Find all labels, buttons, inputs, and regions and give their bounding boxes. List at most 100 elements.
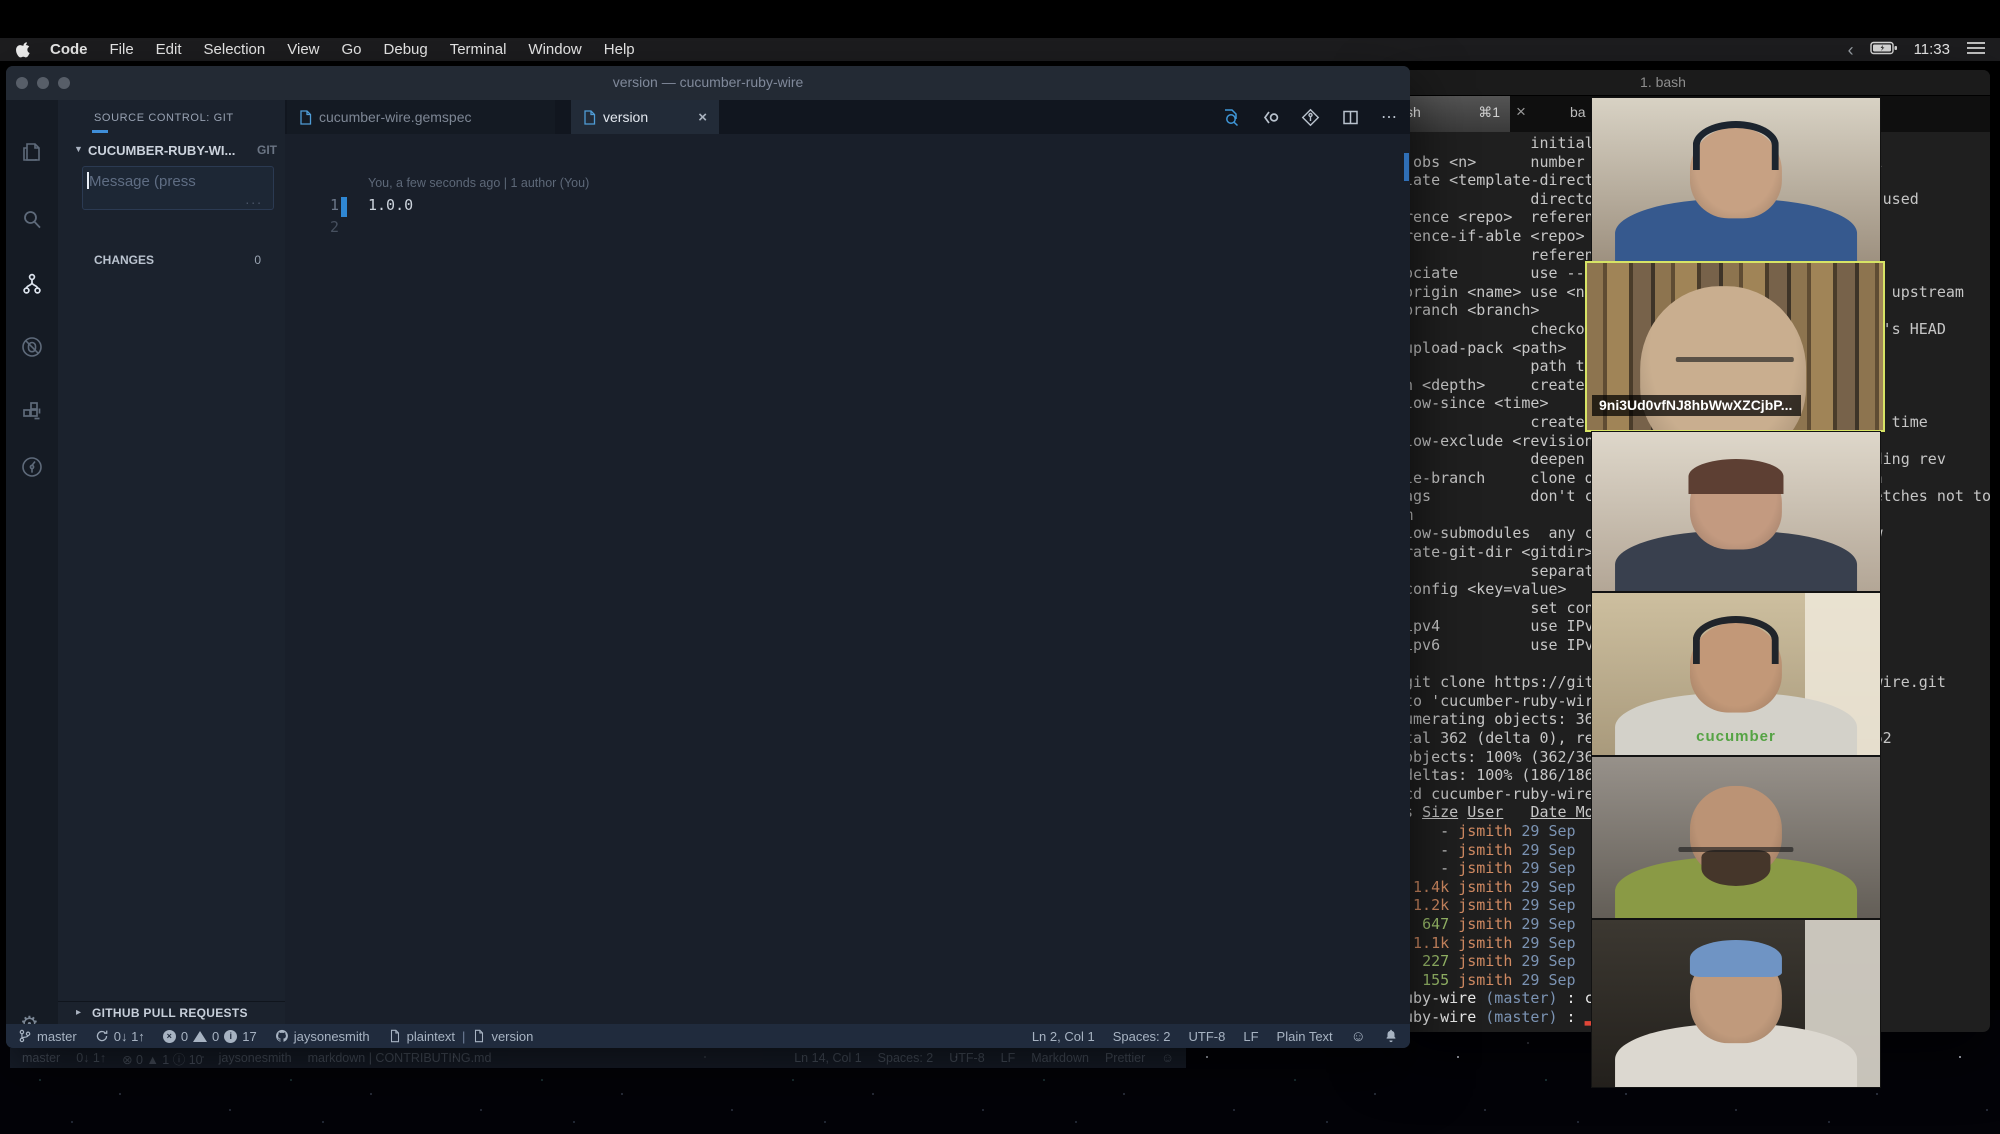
github-pull-requests-icon[interactable] (20, 455, 44, 479)
tab-label: cucumber-wire.gemspec (319, 109, 472, 125)
branch-icon (19, 1029, 31, 1043)
video-tile-2[interactable]: 9ni3Ud0vfNJ8hbWwXZCjbP... (1587, 263, 1883, 430)
video-tile-6[interactable] (1592, 920, 1880, 1087)
changes-section-header[interactable]: CHANGES 0 (58, 250, 285, 272)
extensions-icon[interactable] (20, 399, 44, 423)
pr-section-label: GITHUB PULL REQUESTS (92, 1006, 248, 1020)
more-actions-icon[interactable]: ⋯ (1381, 107, 1398, 127)
codelens-annotation[interactable]: You, a few seconds ago | 1 author (You) (368, 176, 589, 190)
github-username: jaysonesmith (293, 1028, 370, 1044)
menu-item-view[interactable]: View (276, 41, 330, 58)
tab-version[interactable]: version × (571, 100, 719, 134)
menu-item-edit[interactable]: Edit (145, 41, 193, 58)
file-icon (299, 109, 312, 125)
close-tab-icon[interactable]: × (698, 109, 707, 126)
editor-cursor (341, 197, 347, 217)
ghost-status-item: UTF-8 (949, 1051, 985, 1065)
menu-item-window[interactable]: Window (517, 41, 592, 58)
error-icon: × (162, 1029, 176, 1043)
search-icon[interactable] (20, 208, 44, 232)
menu-item-terminal[interactable]: Terminal (439, 41, 518, 58)
indentation-setting[interactable]: Spaces: 2 (1113, 1029, 1171, 1044)
previous-change-icon[interactable] (1261, 108, 1280, 127)
chevron-down-icon: ▼ (74, 144, 83, 154)
activity-bar: ⚙ (6, 100, 58, 1036)
terminal-title-bar[interactable]: 1. bash (1392, 70, 1990, 96)
file-icon (390, 1029, 399, 1043)
video-tile-3[interactable] (1592, 432, 1880, 591)
language-mode[interactable]: Plain Text (1277, 1029, 1333, 1044)
notifications-bell-icon[interactable] (1384, 1029, 1398, 1043)
terminal-tab-close-icon[interactable]: × (1516, 102, 1526, 122)
feedback-smiley-icon[interactable]: ☺ (1351, 1028, 1366, 1045)
menu-items: Code File Edit Selection View Go Debug Terminal… (39, 41, 646, 58)
menu-item-file[interactable]: File (99, 41, 145, 58)
commit-message-box[interactable]: ... (82, 166, 274, 210)
menubar-clock[interactable]: 11:33 (1914, 41, 1950, 58)
branch-indicator[interactable]: master (18, 1029, 77, 1044)
hair-accent (1688, 459, 1784, 494)
repo-provider-badge: GIT (257, 143, 277, 157)
ghost-status-item: 0↓ 1↑ (76, 1051, 107, 1065)
repo-tree-item[interactable]: ▼ CUCUMBER-RUBY-WI... GIT (58, 140, 285, 162)
problems-indicator[interactable]: × 0 0 i 17 (162, 1029, 257, 1044)
split-editor-icon[interactable] (1341, 108, 1360, 127)
file-language-indicator[interactable]: plaintext | version (388, 1028, 533, 1044)
encoding-setting[interactable]: UTF-8 (1189, 1029, 1226, 1044)
debug-disabled-icon[interactable] (20, 335, 44, 359)
background-window-status-bar: master 0↓ 1↑ ⊗ 0 ▲ 1 ⓘ 10 jaysonesmith markd… (10, 1048, 1186, 1068)
video-tile-5[interactable] (1592, 757, 1880, 918)
editor-line[interactable]: 1 1.0.0 (285, 196, 1410, 218)
glasses-accent (1675, 356, 1795, 362)
eol-setting[interactable]: LF (1243, 1029, 1258, 1044)
ghost-status-item: markdown | CONTRIBUTING.md (307, 1051, 492, 1065)
separator: | (462, 1028, 466, 1044)
file-mode: plaintext (406, 1028, 456, 1044)
docker-icon[interactable] (20, 519, 44, 543)
battery-icon[interactable] (1869, 41, 1898, 59)
cursor-position[interactable]: Ln 2, Col 1 (1032, 1029, 1095, 1044)
ghost-status-item: Prettier (1104, 1051, 1146, 1065)
github-pull-requests-section[interactable]: ▸ GITHUB PULL REQUESTS (58, 1001, 285, 1024)
notification-center-icon[interactable] (1966, 41, 1986, 59)
vscode-window[interactable]: version — cucumber-ruby-wire ⚙ SOURCE CO… (6, 66, 1410, 1048)
github-user-indicator[interactable]: jaysonesmith (275, 1029, 370, 1044)
chevron-right-icon: ▸ (76, 1007, 82, 1018)
ghost-status-item: LF (1000, 1051, 1016, 1065)
vscode-title-bar[interactable]: version — cucumber-ruby-wire (6, 66, 1410, 100)
ghost-status-item: jaysonesmith (218, 1051, 292, 1065)
menubar-collapse-icon[interactable]: ‹ (1848, 41, 1854, 59)
vscode-window-title: version — cucumber-ruby-wire (612, 74, 804, 90)
file-icon (583, 109, 596, 125)
terminal-tab-2[interactable]: ba (1570, 104, 1586, 120)
changes-label: CHANGES (94, 253, 155, 267)
active-speaker-label: 9ni3Ud0vfNJ8hbWwXZCjbP... (1592, 395, 1802, 416)
ghost-status-item: ☺ (1161, 1051, 1174, 1065)
menu-item-code[interactable]: Code (39, 41, 99, 58)
commit-message-input[interactable] (89, 170, 269, 192)
sync-indicator[interactable]: 0↓ 1↑ (95, 1029, 145, 1044)
menu-item-selection[interactable]: Selection (193, 41, 277, 58)
warning-icon (193, 1030, 208, 1042)
tab-cucumber-wire-gemspec[interactable]: cucumber-wire.gemspec (287, 100, 555, 134)
status-bar: master 0↓ 1↑ × 0 0 i 17 jaysonesmith pla… (6, 1024, 1410, 1048)
video-tile-4[interactable]: cucumber (1592, 593, 1880, 755)
explorer-icon[interactable] (20, 140, 44, 164)
video-tile-1[interactable] (1592, 98, 1880, 261)
menu-item-help[interactable]: Help (593, 41, 646, 58)
macos-menu-bar: Code File Edit Selection View Go Debug Terminal… (0, 38, 2000, 61)
source-control-sidebar: SOURCE CONTROL: GIT ▼ CUCUMBER-RUBY-WI..… (58, 100, 285, 1024)
editor-line[interactable]: 2 (285, 218, 1410, 240)
terminal-tab-shortcut: ⌘1 (1478, 104, 1500, 120)
gitlens-icon[interactable] (1301, 108, 1320, 127)
menu-item-debug[interactable]: Debug (373, 41, 439, 58)
placeholder-overflow: ... (245, 191, 263, 207)
menu-item-go[interactable]: Go (331, 41, 373, 58)
headphones-accent (1692, 615, 1780, 665)
line-content: 1.0.0 (368, 196, 414, 214)
open-changes-icon[interactable] (1221, 108, 1240, 127)
source-control-icon[interactable] (20, 272, 44, 296)
apple-menu-icon[interactable] (16, 41, 31, 58)
ghost-status-item: ⊗ 0 ▲ 1 ⓘ 10 (122, 1052, 203, 1067)
line-number: 2 (329, 218, 339, 236)
